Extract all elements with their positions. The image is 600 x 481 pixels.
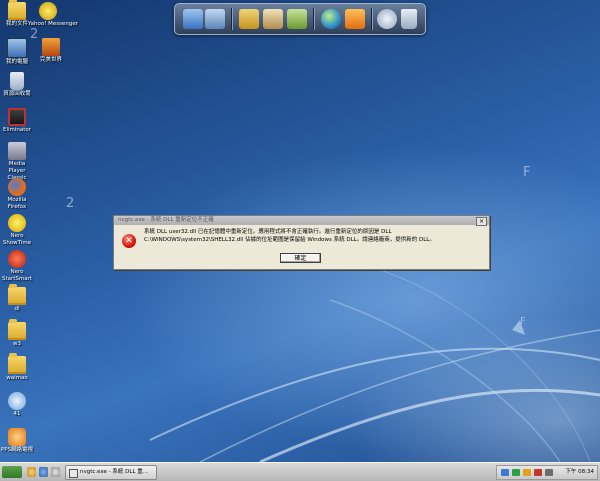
- document-icon[interactable]: [263, 9, 283, 29]
- globe-icon[interactable]: [321, 9, 341, 29]
- trash-icon[interactable]: [401, 9, 417, 29]
- error-icon: ✕: [122, 234, 136, 248]
- pps-tv-icon: [8, 428, 26, 446]
- tray-security-icon[interactable]: [512, 469, 520, 476]
- desktop-icon-nero-startsmart[interactable]: Nero StartSmart: [0, 250, 34, 283]
- yahoo-messenger-icon: [39, 2, 57, 20]
- start-button[interactable]: [2, 466, 22, 478]
- desktop-icon-label: Mozilla Firefox: [7, 197, 27, 210]
- desktop-icon-nero-showtime[interactable]: Nero ShowTime: [0, 214, 34, 247]
- computer-icon[interactable]: [183, 9, 203, 29]
- folder-pictures-icon[interactable]: [287, 9, 307, 29]
- quick-launch-icon[interactable]: [39, 467, 48, 477]
- taskbar: nvgtc.exe - 系統 DLL 重... 下午 08:34: [0, 462, 600, 481]
- desktop-icon-yahoo-messenger[interactable]: Yahoo! Messenger: [28, 2, 79, 28]
- gear-icon[interactable]: [377, 9, 397, 29]
- folder-icon[interactable]: [239, 9, 259, 29]
- tray-network-icon[interactable]: [501, 469, 509, 476]
- desktop-icon-media-player-classic[interactable]: Media Player Classic: [0, 142, 34, 182]
- desktop: 2 2 F F 我的文件 Yahoo! Messenger 我的電腦 完美世界 …: [0, 0, 600, 462]
- media-player-icon: [8, 142, 26, 160]
- taskbar-button-error-dialog[interactable]: nvgtc.exe - 系統 DLL 重...: [65, 465, 157, 480]
- computer-icon: [7, 38, 27, 58]
- app-icon: [8, 108, 26, 126]
- desktop-icon-label: 資源回收筒: [3, 91, 31, 97]
- wallpaper-char: F: [523, 165, 531, 180]
- desktop-icon-label: Yahoo! Messenger: [28, 21, 79, 27]
- desktop-icon-label: Eliminator: [2, 127, 32, 133]
- game-icon: [42, 38, 60, 56]
- tray-volume-icon[interactable]: [545, 469, 553, 476]
- desktop-icon-label: Nero ShowTime: [2, 233, 32, 246]
- desktop-icon-my-computer[interactable]: 我的電腦: [0, 38, 34, 66]
- desktop-icon-folder-w3[interactable]: w3: [0, 319, 34, 348]
- desktop-icon-label: w3: [13, 341, 21, 347]
- system-tray: 下午 08:34: [496, 465, 598, 480]
- desktop-icon-firefox[interactable]: Mozilla Firefox: [0, 178, 34, 211]
- desktop-icon-recycle-bin[interactable]: 資源回收筒: [0, 72, 34, 98]
- desktop-icon-label: 41: [13, 411, 21, 417]
- network-icon[interactable]: [205, 9, 225, 29]
- folder-icon: [8, 284, 26, 305]
- recycle-bin-icon: [10, 72, 24, 90]
- folder-icon: [8, 353, 26, 374]
- desktop-icon-perfect-world[interactable]: 完美世界: [34, 38, 68, 64]
- taskbar-button-label: nvgtc.exe - 系統 DLL 重...: [80, 469, 149, 475]
- wallpaper-char: 2: [66, 196, 75, 211]
- clock[interactable]: 下午 08:34: [565, 466, 594, 479]
- desktop-icon-eliminator[interactable]: Eliminator: [0, 108, 34, 134]
- dock-separator: [371, 8, 372, 30]
- wallpaper-char: F: [520, 316, 526, 327]
- tray-messenger-icon[interactable]: [523, 469, 531, 476]
- desktop-icon-label: 完美世界: [39, 57, 62, 63]
- dialog-title: nvgtc.exe - 系統 DLL 重新定位不正確: [118, 217, 214, 223]
- tray-app-icon[interactable]: [534, 469, 542, 476]
- close-button[interactable]: ×: [476, 217, 487, 226]
- desktop-icon-41[interactable]: 41: [0, 392, 34, 418]
- desktop-icon-label: PPS網絡電視: [0, 447, 34, 453]
- desktop-icon-label: dl: [14, 306, 20, 312]
- media-player-icon[interactable]: [345, 9, 365, 29]
- quick-launch-icon[interactable]: [27, 467, 36, 477]
- desktop-icon-folder-dl[interactable]: dl: [0, 284, 34, 313]
- nero-icon: [8, 214, 26, 232]
- error-dialog: nvgtc.exe - 系統 DLL 重新定位不正確 × ✕ 系統 DLL us…: [113, 215, 490, 270]
- folder-icon: [8, 319, 26, 340]
- firefox-icon: [8, 178, 26, 196]
- dock-separator: [231, 8, 232, 30]
- folder-icon: [8, 0, 26, 20]
- desktop-icon-label: waimao: [6, 375, 28, 381]
- dock-bar: [174, 3, 426, 35]
- network-icon: [8, 392, 26, 410]
- quick-launch-icon[interactable]: [51, 467, 60, 477]
- dialog-message: 系統 DLL user32.dll 已在記憶體中重新定位。應用程式將不會正確執行…: [144, 229, 435, 243]
- nero-icon: [8, 250, 26, 268]
- desktop-icon-pps[interactable]: PPS網絡電視: [0, 428, 34, 454]
- desktop-icon-label: 我的電腦: [5, 59, 28, 65]
- desktop-icon-folder-waimao[interactable]: waimao: [0, 353, 34, 382]
- dock-separator: [313, 8, 314, 30]
- ok-button[interactable]: 確定: [280, 253, 321, 263]
- dialog-titlebar[interactable]: nvgtc.exe - 系統 DLL 重新定位不正確 ×: [114, 216, 489, 226]
- window-icon: [69, 469, 78, 478]
- desktop-icon-label: Nero StartSmart: [1, 269, 33, 282]
